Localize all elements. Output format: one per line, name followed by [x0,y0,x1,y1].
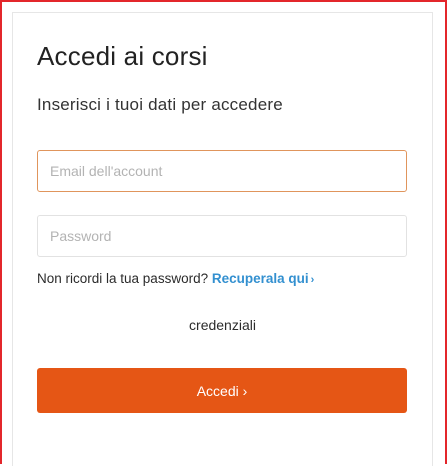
login-button[interactable]: Accedi › [37,368,407,413]
login-subtitle: Inserisci i tuoi dati per accedere [37,95,283,114]
password-field[interactable] [37,215,407,257]
forgot-password-row: Non ricordi la tua password? Recuperala … [37,271,314,286]
chevron-right-icon: › [310,274,315,286]
chevron-right-icon: › [238,382,248,399]
recover-password-label: Recuperala qui [211,271,309,286]
email-field[interactable] [37,150,407,192]
login-button-label: Accedi [196,382,239,399]
login-card: Accedi ai corsi Inserisci i tuoi dati pe… [12,12,433,466]
forgot-password-prompt: Non ricordi la tua password? [37,271,209,286]
recover-password-link[interactable]: Recuperala qui › [212,271,314,286]
page-title: Accedi ai corsi [37,41,208,71]
credentials-label: credenziali [189,317,256,333]
